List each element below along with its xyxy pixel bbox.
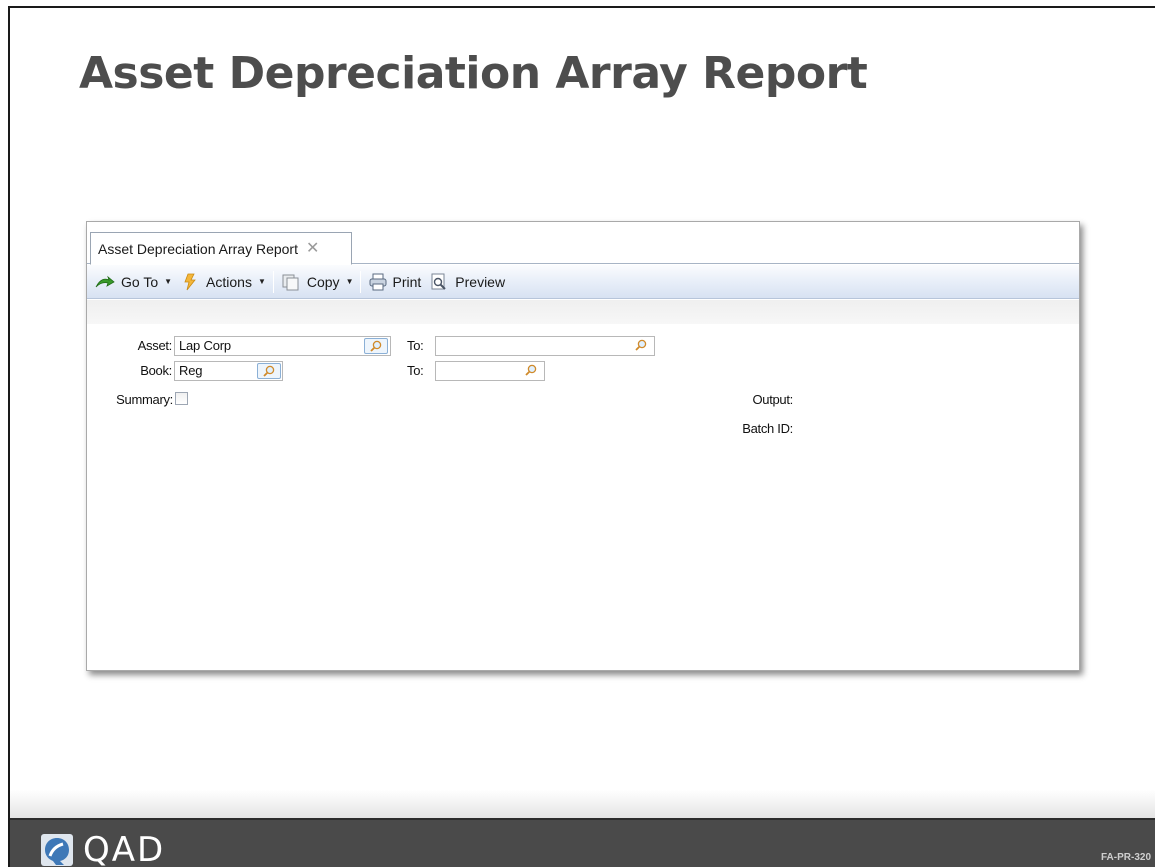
preview-icon [429, 273, 449, 291]
book-to-input[interactable] [435, 361, 545, 381]
preview-button[interactable]: Preview [425, 269, 509, 295]
magnifier-icon[interactable] [632, 338, 650, 354]
summary-checkbox[interactable] [175, 392, 188, 405]
print-label: Print [392, 273, 422, 290]
summary-label: Summary: [116, 392, 173, 407]
copy-icon [281, 273, 301, 291]
qad-logo-text: QAD [83, 830, 166, 867]
slide-code: FA-PR-320 [1100, 852, 1151, 863]
asset-input[interactable]: Lap Corp [174, 336, 391, 356]
magnifier-icon[interactable] [364, 338, 388, 354]
asset-label: Asset: [137, 338, 173, 353]
subheader-bar [87, 300, 1079, 324]
asset-to-label: To: [407, 338, 424, 353]
goto-button[interactable]: Go To ▼ [91, 269, 176, 295]
print-button[interactable]: Print [364, 269, 425, 295]
copy-button[interactable]: Copy ▼ [277, 269, 358, 295]
footer-fade [10, 790, 1155, 818]
asset-to-input[interactable] [435, 336, 655, 356]
magnifier-icon[interactable] [257, 363, 281, 379]
lightning-icon [180, 273, 200, 291]
copy-label: Copy [306, 273, 340, 290]
book-label: Book: [140, 363, 172, 378]
preview-label: Preview [455, 273, 506, 290]
book-input[interactable]: Reg [174, 361, 283, 381]
goto-label: Go To [121, 273, 159, 290]
qad-logo: QAD [41, 830, 165, 867]
toolbar-divider [272, 270, 274, 293]
page-title: Asset Depreciation Array Report [79, 48, 868, 99]
book-to-label: To: [407, 363, 424, 378]
chevron-down-icon: ▼ [257, 277, 266, 286]
printer-icon [368, 273, 388, 291]
close-icon[interactable]: ✕ [306, 240, 319, 257]
batch-id-label: Batch ID: [742, 421, 793, 436]
toolbar: Go To ▼ Actions ▼ Copy ▼ Print Preview [87, 265, 1079, 299]
actions-label: Actions [206, 273, 252, 290]
tab-asset-depreciation-array-report[interactable]: Asset Depreciation Array Report ✕ [90, 232, 352, 265]
tab-label: Asset Depreciation Array Report [98, 240, 298, 257]
actions-button[interactable]: Actions ▼ [176, 269, 270, 295]
qad-logo-icon [41, 834, 73, 866]
report-window: Asset Depreciation Array Report ✕ Go To … [86, 221, 1080, 671]
output-label: Output: [752, 392, 793, 407]
footer-bar [10, 818, 1155, 867]
chevron-down-icon: ▼ [345, 277, 354, 286]
book-value: Reg [179, 363, 203, 378]
asset-value: Lap Corp [179, 338, 231, 353]
tab-strip: Asset Depreciation Array Report ✕ [87, 222, 1079, 265]
green-arrow-icon [95, 273, 115, 291]
chevron-down-icon: ▼ [164, 277, 173, 286]
magnifier-icon[interactable] [522, 363, 540, 379]
toolbar-divider [360, 270, 362, 293]
